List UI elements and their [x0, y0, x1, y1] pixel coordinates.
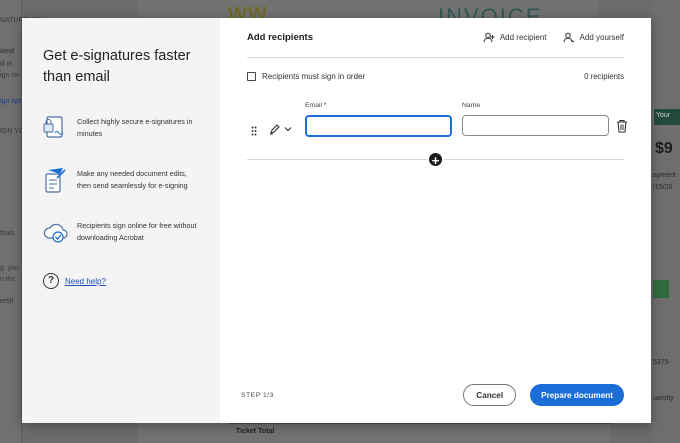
add-recipients-dialog: Get e-signatures faster than email Colle… [22, 18, 651, 423]
sidebar-heading: Get e-signatures faster than email [43, 48, 191, 85]
background-right-panel: Your $9 ayment /15/20 5375- uantity [651, 0, 680, 443]
bg-snippet: IGN YO [0, 128, 25, 135]
add-yourself-label: Add yourself [579, 33, 624, 42]
required-mark: * [323, 102, 327, 109]
recipients-header: Add recipients Add recipient Add yoursel… [247, 18, 624, 58]
bg-snippet: n the [0, 276, 16, 283]
name-field[interactable] [462, 115, 609, 136]
feature-item: Collect highly secure e-signatures in mi… [43, 114, 200, 144]
bg-snippet: uest [0, 48, 15, 55]
bg-snippet: /15/20 [653, 184, 673, 191]
step-indicator: STEP 1/3 [241, 391, 274, 399]
add-yourself-button[interactable]: Add yourself [563, 32, 624, 43]
sign-in-order-label: Recipients must sign in order [262, 71, 366, 81]
prepare-document-button[interactable]: Prepare document [530, 384, 624, 406]
feature-text: Make any needed document edits, then sen… [77, 169, 188, 190]
add-recipient-plus-icon[interactable]: + [428, 152, 443, 168]
name-label: Name [462, 102, 481, 109]
dialog-title: Add recipients [247, 32, 313, 43]
feature-text: Recipients sign online for free without … [77, 221, 197, 242]
bg-snippet: ign opt [0, 98, 22, 105]
sign-order-row: Recipients must sign in order 0 recipien… [247, 58, 624, 94]
add-person-icon [483, 32, 495, 43]
bg-snippet: g. you [0, 265, 20, 272]
feature-text: Collect highly secure e-signatures in mi… [77, 117, 193, 138]
cancel-button[interactable]: Cancel [463, 384, 517, 406]
trash-icon[interactable] [616, 119, 628, 133]
sign-in-order-checkbox[interactable] [247, 71, 256, 81]
recipient-count: 0 recipients [584, 71, 624, 81]
pen-icon [270, 124, 280, 135]
signer-role-dropdown[interactable] [269, 123, 292, 135]
add-recipient-label: Add recipient [499, 33, 547, 42]
chevron-down-icon [284, 127, 292, 132]
dialog-footer: STEP 1/3 Cancel Prepare document [241, 384, 624, 406]
bg-snippet: ttials [0, 230, 15, 237]
dialog-main: Add recipients Add recipient Add yoursel… [220, 18, 651, 423]
drag-handle-icon[interactable] [251, 126, 257, 136]
email-label: Email * [305, 102, 327, 109]
background-bottom-row: Ticket Total [230, 423, 610, 443]
bg-snippet: ign on [0, 72, 20, 79]
help-row: ? Need help? [43, 273, 106, 289]
person-icon [563, 32, 574, 43]
bg-snippet: ill th [0, 61, 13, 68]
email-field[interactable] [305, 115, 452, 137]
bg-ticket-total: Ticket Total [236, 428, 275, 435]
feature-item: Make any needed document edits, then sen… [43, 166, 200, 196]
bg-amount: $9 [655, 140, 673, 157]
bg-snippet: uantity [653, 395, 674, 402]
edit-document-icon [45, 168, 66, 193]
background-left-panel: NATURE ISS uest ill th ign on ign opt IG… [0, 0, 42, 443]
feature-item: Recipients sign online for free without … [43, 218, 200, 248]
recipient-row: Email * Name + [247, 102, 627, 168]
bg-snippet: 5375- [653, 359, 671, 366]
help-icon: ? [43, 273, 59, 289]
secure-document-icon [43, 116, 64, 138]
email-label-text: Email [305, 102, 322, 109]
cloud-sign-icon [43, 223, 68, 243]
bg-tag: Your [654, 109, 680, 125]
dialog-sidebar: Get e-signatures faster than email Colle… [22, 18, 220, 423]
bg-snippet: ertifi [0, 298, 14, 305]
bg-snippet: ayment [653, 172, 676, 179]
add-recipient-button[interactable]: Add recipient [483, 32, 547, 43]
bg-green-block [653, 280, 669, 298]
need-help-link[interactable]: Need help? [65, 277, 106, 286]
